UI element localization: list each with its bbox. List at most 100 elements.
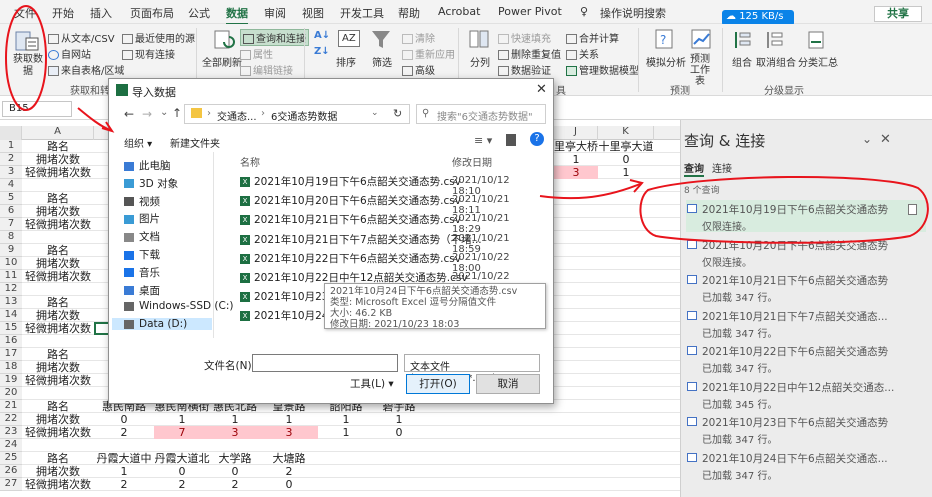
menu-developer[interactable]: 开发工具 xyxy=(340,5,384,21)
cell-j3[interactable]: 3 xyxy=(554,166,598,179)
cell-d26[interactable]: 0 xyxy=(210,465,260,478)
file-row[interactable]: X 2021年10月20日下午6点韶关交通态势.csv xyxy=(240,193,461,208)
cell-d23[interactable]: 3 xyxy=(210,426,260,439)
get-data-button[interactable]: 获取数据 xyxy=(12,54,44,78)
cell-c26[interactable]: 0 xyxy=(154,465,210,478)
split-button[interactable]: 分列 xyxy=(470,54,490,69)
cell-k2[interactable]: 0 xyxy=(598,153,654,166)
row-header[interactable]: 11 xyxy=(0,270,22,283)
cell-c27[interactable]: 2 xyxy=(154,478,210,491)
data-model-button[interactable]: 管理数据模型 xyxy=(566,62,639,77)
cell-f22[interactable]: 1 xyxy=(318,413,374,426)
row-header[interactable]: 4 xyxy=(0,179,22,192)
close-icon[interactable]: ✕ xyxy=(880,132,891,147)
cell-e27[interactable]: 0 xyxy=(260,478,318,491)
menu-insert[interactable]: 插入 xyxy=(90,5,112,21)
row-header[interactable]: 9 xyxy=(0,244,22,257)
cell-a2[interactable]: 拥堵次数 xyxy=(22,153,94,166)
dialog-close-icon[interactable]: ✕ xyxy=(536,82,547,97)
forecast-sheet-icon[interactable] xyxy=(690,28,712,50)
menu-help[interactable]: 帮助 xyxy=(398,5,420,21)
row-header[interactable]: 27 xyxy=(0,478,22,491)
query-item[interactable]: 2021年10月20日下午6点韶关交通态势 仅限连接。 xyxy=(686,236,926,269)
preview-pane-icon[interactable] xyxy=(506,134,516,146)
row-header[interactable]: 1 xyxy=(0,140,22,153)
group-rows-icon[interactable] xyxy=(732,30,752,50)
row-header[interactable]: 15 xyxy=(0,322,22,335)
nav-item[interactable]: 下载 xyxy=(124,247,160,262)
query-item[interactable]: 2021年10月22日中午12点韶关交通态... 已加载 345 行。 xyxy=(686,378,926,411)
cell-a10[interactable]: 拥堵次数 xyxy=(22,257,94,270)
file-row[interactable]: X 2021年10月21日下午6点韶关交通态势.csv xyxy=(240,212,461,227)
cell-a14[interactable]: 拥堵次数 xyxy=(22,309,94,322)
nav-item[interactable]: 此电脑 xyxy=(124,158,171,173)
row-header[interactable]: 6 xyxy=(0,205,22,218)
query-item[interactable]: 2021年10月22日下午6点韶关交通态势 已加载 347 行。 xyxy=(686,342,926,375)
file-type-select[interactable]: 文本文件(*.prn;*.txt;*.csv) xyxy=(404,354,540,384)
column-header-k[interactable]: K xyxy=(598,126,654,140)
nav-item[interactable]: 桌面 xyxy=(124,283,160,298)
menu-power-pivot[interactable]: Power Pivot xyxy=(498,5,562,18)
sort-desc-icon[interactable]: Z↓ xyxy=(314,46,330,57)
cell-k3[interactable]: 1 xyxy=(598,166,654,179)
nav-item[interactable]: 文档 xyxy=(124,229,160,244)
from-table-button[interactable]: 来自表格/区域 xyxy=(48,62,124,77)
cancel-button[interactable]: 取消 xyxy=(476,374,540,394)
cell-k1[interactable]: 十里亭大道 xyxy=(598,140,654,153)
cell-e25[interactable]: 大塘路 xyxy=(260,452,318,465)
group-button[interactable]: 组合 xyxy=(732,54,752,69)
row-header[interactable]: 16 xyxy=(0,335,22,348)
menu-acrobat[interactable]: Acrobat xyxy=(438,5,480,18)
column-name-header[interactable]: 名称 xyxy=(240,154,260,169)
cell-a22[interactable]: 拥堵次数 xyxy=(22,413,94,426)
row-header[interactable]: 5 xyxy=(0,192,22,205)
cell-a3[interactable]: 轻微拥堵次数 xyxy=(22,166,94,179)
sort-button[interactable]: 排序 xyxy=(336,54,356,69)
cell-j2[interactable]: 1 xyxy=(554,153,598,166)
row-header[interactable]: 17 xyxy=(0,348,22,361)
cell-a26[interactable]: 拥堵次数 xyxy=(22,465,94,478)
cell-d22[interactable]: 1 xyxy=(210,413,260,426)
row-header[interactable]: 21 xyxy=(0,400,22,413)
cell-a7[interactable]: 轻微拥堵次数 xyxy=(22,218,94,231)
remove-duplicates-button[interactable]: 删除重复值 xyxy=(498,46,561,61)
cell-b23[interactable]: 2 xyxy=(94,426,154,439)
row-header[interactable]: 25 xyxy=(0,452,22,465)
pane-menu-icon[interactable]: ⌄ xyxy=(862,132,872,146)
nav-item[interactable]: 视频 xyxy=(124,194,160,209)
cell-a11[interactable]: 轻微拥堵次数 xyxy=(22,270,94,283)
cell-a13[interactable]: 路名 xyxy=(22,296,94,309)
reapply-button[interactable]: 重新应用 xyxy=(402,46,455,61)
subtotal-icon[interactable] xyxy=(806,30,826,50)
nav-item[interactable]: 音乐 xyxy=(124,265,160,280)
path-segment-parent[interactable]: 交通态... xyxy=(217,108,257,123)
refresh-icon[interactable]: ↻ xyxy=(393,107,402,120)
cell-a1[interactable]: 路名 xyxy=(22,140,94,153)
menu-formulas[interactable]: 公式 xyxy=(188,5,210,21)
cell-d27[interactable]: 2 xyxy=(210,478,260,491)
menu-page-layout[interactable]: 页面布局 xyxy=(130,5,174,21)
sort-asc-icon[interactable]: A↓ xyxy=(314,30,330,41)
cell-c22[interactable]: 1 xyxy=(154,413,210,426)
from-text-csv-button[interactable]: 从文本/CSV xyxy=(48,30,115,45)
share-button[interactable]: 共享 xyxy=(874,6,922,22)
existing-connections-button[interactable]: 现有连接 xyxy=(122,46,175,61)
row-header[interactable]: 2 xyxy=(0,153,22,166)
data-validation-button[interactable]: 数据验证 xyxy=(498,62,551,77)
file-row[interactable]: X 2021年10月19日下午6点韶关交通态势.csv xyxy=(240,174,461,189)
query-item[interactable]: 2021年10月19日下午6点韶关交通态势 仅限连接。 xyxy=(686,200,926,233)
address-dropdown-icon[interactable]: ⌄ xyxy=(371,108,379,118)
help-icon[interactable]: ? xyxy=(530,132,544,146)
column-header-j[interactable]: J xyxy=(554,126,598,140)
file-row[interactable]: X 2021年10月21日下午7点韶关交通态势（不堵... xyxy=(240,232,482,247)
new-folder-button[interactable]: 新建文件夹 xyxy=(170,135,220,150)
row-header[interactable]: 19 xyxy=(0,374,22,387)
menu-view[interactable]: 视图 xyxy=(302,5,324,21)
cell-a21[interactable]: 路名 xyxy=(22,400,94,413)
cell-a25[interactable]: 路名 xyxy=(22,452,94,465)
refresh-icon[interactable] xyxy=(212,28,236,52)
clear-button[interactable]: 清除 xyxy=(402,30,435,45)
row-header[interactable]: 10 xyxy=(0,257,22,270)
ungroup-rows-icon[interactable] xyxy=(764,30,784,50)
edit-links-button[interactable]: 编辑链接 xyxy=(240,62,293,77)
